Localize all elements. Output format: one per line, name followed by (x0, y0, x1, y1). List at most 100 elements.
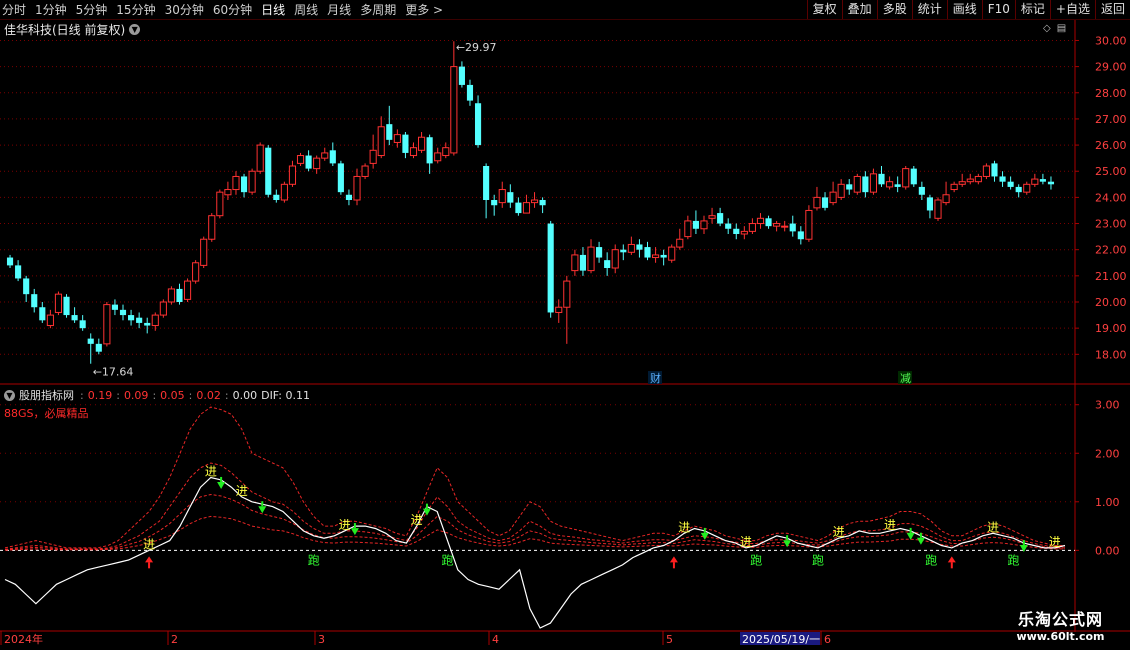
candle-body-down (386, 124, 393, 140)
separator: : (116, 388, 120, 402)
candle-body-up (377, 126, 385, 157)
candle-body-up (369, 149, 377, 164)
candle-body-up (1023, 183, 1031, 193)
candle-body-up (442, 147, 450, 157)
indicator-chevron-icon[interactable]: ▼ (4, 389, 15, 401)
chevron-down-icon[interactable]: ▼ (129, 24, 141, 35)
candle-body-down (862, 176, 869, 193)
candle-body-up (813, 196, 821, 209)
candle-body-up (555, 306, 563, 313)
candle-body-down (111, 304, 119, 310)
candle-body-up (652, 254, 660, 259)
candle-body-down (821, 197, 829, 208)
run-signal-label: 跑 (750, 553, 762, 567)
candle-body-down (636, 244, 643, 250)
candle-body-down (991, 163, 998, 177)
candle-body-down (79, 320, 86, 329)
candle-body-down (63, 296, 70, 316)
candle-body-down (491, 200, 498, 206)
candle-body-up (805, 209, 813, 240)
indicator-tick-label: 1.00 (1095, 496, 1120, 509)
candle-body-down (878, 173, 885, 185)
indicator-tick-label: 0.00 (1095, 544, 1120, 557)
candle-body-up (700, 220, 708, 230)
candle-body-down (789, 223, 796, 232)
event-marker-reduce: 减 (900, 372, 911, 385)
up-arrow-icon (669, 556, 678, 563)
candle-body-up (781, 225, 789, 228)
up-arrow-icon (145, 556, 154, 563)
candle-body-down (474, 103, 482, 146)
date-label: 5 (666, 633, 673, 646)
candle-body-up (313, 157, 321, 170)
candle-body-up (280, 183, 288, 201)
candle-body-up (321, 152, 329, 159)
indicator-zero-value: 0.00 (232, 388, 258, 402)
candle-body-up (103, 304, 111, 345)
grid-icon[interactable]: ▤ (1057, 23, 1066, 34)
indicator-dif: DIF: 0.11 (261, 388, 310, 402)
diamond-icon[interactable]: ◇ (1043, 23, 1051, 34)
candle-body-down (620, 249, 627, 253)
date-label: 2024年 (4, 632, 43, 646)
candle-body-down (273, 194, 280, 200)
indicator-tick-label: 3.00 (1095, 399, 1120, 412)
price-tick-label: 19.00 (1095, 322, 1127, 335)
candle-body-up (748, 223, 756, 232)
candle-body-up (288, 165, 297, 185)
indicator-name[interactable]: 股朋指标网 (19, 387, 74, 403)
candle-body-up (256, 144, 264, 172)
candle-body-up (409, 147, 418, 157)
candle-body-up (934, 199, 942, 219)
candle-body-down (717, 213, 724, 224)
stock-title: 佳华科技(日线 前复权) (4, 23, 126, 37)
candle-body-down (692, 220, 699, 229)
down-arrow-icon (258, 506, 267, 514)
candle-body-up (611, 249, 619, 269)
price-tick-label: 22.00 (1095, 244, 1127, 257)
stock-chart[interactable]: 30.0029.0028.0027.0026.0025.0024.0023.00… (0, 0, 1130, 650)
candle-body-down (765, 218, 772, 227)
candle-body-up (151, 314, 159, 327)
candle-body-up (869, 173, 878, 193)
buy-signal-label: 进 (833, 525, 845, 539)
candle-body-up (450, 66, 458, 154)
candle-body-down (1047, 181, 1055, 185)
event-marker-finance: 财 (650, 371, 661, 385)
candle-body-down (596, 247, 603, 258)
price-tick-label: 27.00 (1095, 113, 1127, 126)
candle-body-down (144, 322, 151, 326)
candle-body-down (660, 254, 667, 258)
candle-body-down (1015, 186, 1022, 193)
candle-body-down (329, 150, 336, 164)
high-price-label: ←29.97 (456, 41, 497, 54)
candle-body-up (417, 136, 426, 151)
candle-body-down (733, 228, 740, 234)
chart-corner-icons: ◇ ▤ (1043, 23, 1072, 34)
candle-body-up (684, 220, 692, 238)
candle-body-down (305, 155, 312, 169)
candle-body-down (846, 184, 853, 190)
date-label: 4 (492, 633, 499, 646)
indicator-band-line (4, 515, 1065, 551)
buy-signal-label: 进 (884, 518, 896, 532)
buy-signal-label: 进 (205, 465, 217, 479)
candle-body-down (240, 176, 248, 193)
run-signal-label: 跑 (308, 553, 320, 567)
price-tick-label: 23.00 (1095, 218, 1127, 231)
up-arrow-icon (947, 556, 956, 563)
indicator-value-3: 0.05 (160, 388, 185, 402)
indicator-value-1: 0.19 (87, 388, 113, 402)
candle-body-up (167, 288, 175, 303)
candle-body-up (183, 280, 192, 300)
price-tick-label: 20.00 (1095, 296, 1127, 309)
separator: : (188, 388, 193, 402)
candle-body-up (192, 262, 200, 282)
candle-body-down (31, 294, 38, 308)
candle-body-down (483, 166, 490, 200)
price-tick-label: 24.00 (1095, 191, 1127, 204)
candle-body-down (128, 315, 135, 321)
run-signal-label: 跑 (1008, 553, 1020, 567)
candle-body-up (530, 199, 539, 204)
price-tick-label: 29.00 (1095, 61, 1127, 74)
